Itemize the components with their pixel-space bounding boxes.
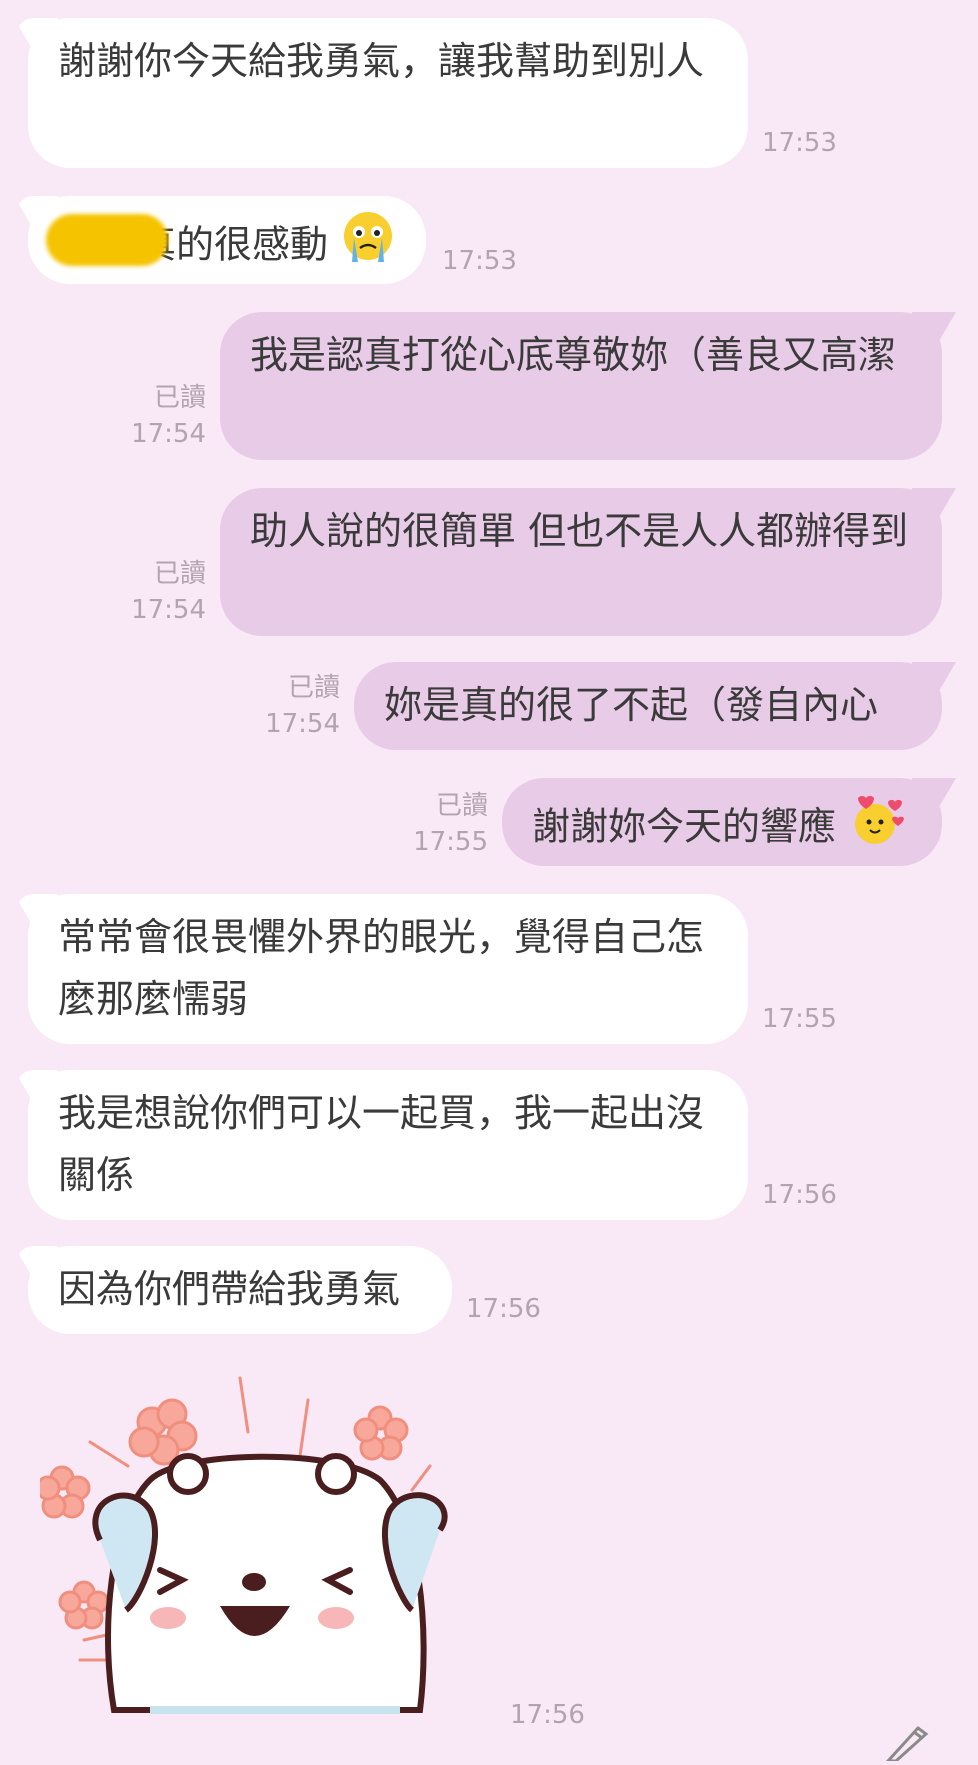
message-time: 17:56 <box>466 1294 541 1324</box>
message-bubble-incoming[interactable]: 常常會很畏懼外界的眼光，覺得自己怎麼那麼懦弱 <box>28 894 748 1044</box>
message-text: 謝謝你今天給我勇氣，讓我幫助到別人 <box>58 39 705 83</box>
read-status: 已讀 17:54 <box>120 556 206 628</box>
message-text: 妳是真的很了不起（發自內心 <box>384 683 879 727</box>
message-bubble-outgoing[interactable]: 謝謝妳今天的響應 <box>502 778 942 866</box>
message-text: 謝謝妳今天的響應 <box>532 804 837 849</box>
message-time: 17:54 <box>265 709 340 739</box>
message-bubble-incoming[interactable]: 謝謝你今天給我勇氣，讓我幫助到別人 <box>28 18 748 168</box>
message-text: 我是想說你們可以一起買，我一起出沒關係 <box>58 1091 705 1197</box>
message-bubble-outgoing[interactable]: 妳是真的很了不起（發自內心 <box>354 662 942 750</box>
message-time: 17:54 <box>131 419 206 449</box>
read-label: 已讀 <box>153 559 206 589</box>
message-time: 17:55 <box>413 827 488 857</box>
message-time: 17:56 <box>762 1180 837 1210</box>
message-time: 17:54 <box>131 595 206 625</box>
message-text: 因為你們帶給我勇氣 <box>58 1267 401 1311</box>
message-text: 常常會很畏懼外界的眼光，覺得自己怎麼那麼懦弱 <box>58 915 705 1021</box>
crying-face-emoji <box>340 208 396 286</box>
pen-icon[interactable] <box>880 1722 930 1763</box>
read-status: 已讀 17:54 <box>254 670 340 742</box>
message-bubble-incoming[interactable]: 我是想說你們可以一起買，我一起出沒關係 <box>28 1070 748 1220</box>
message-text: 助人說的很簡單 但也不是人人都辦得到 <box>250 509 909 553</box>
redacted-name <box>46 214 168 266</box>
message-text: 我是認真打從心底尊敬妳（善良又高潔 <box>250 333 897 377</box>
sticker-time: 17:56 <box>510 1700 585 1730</box>
message-time: 17:53 <box>762 128 837 158</box>
message-bubble-outgoing[interactable]: 我是認真打從心底尊敬妳（善良又高潔 <box>220 312 942 460</box>
read-label: 已讀 <box>153 383 206 413</box>
read-status: 已讀 17:54 <box>120 380 206 452</box>
read-label: 已讀 <box>435 791 488 821</box>
heart-face-emoji <box>848 790 906 868</box>
message-bubble-incoming[interactable]: 真的很感動 <box>28 196 426 284</box>
bear-sticker[interactable] <box>35 1370 480 1730</box>
read-label: 已讀 <box>287 673 340 703</box>
message-time: 17:55 <box>762 1004 837 1034</box>
message-bubble-incoming[interactable]: 因為你們帶給我勇氣 <box>28 1246 452 1334</box>
read-status: 已讀 17:55 <box>402 788 488 860</box>
message-time: 17:53 <box>442 246 517 276</box>
message-bubble-outgoing[interactable]: 助人說的很簡單 但也不是人人都辦得到 <box>220 488 942 636</box>
